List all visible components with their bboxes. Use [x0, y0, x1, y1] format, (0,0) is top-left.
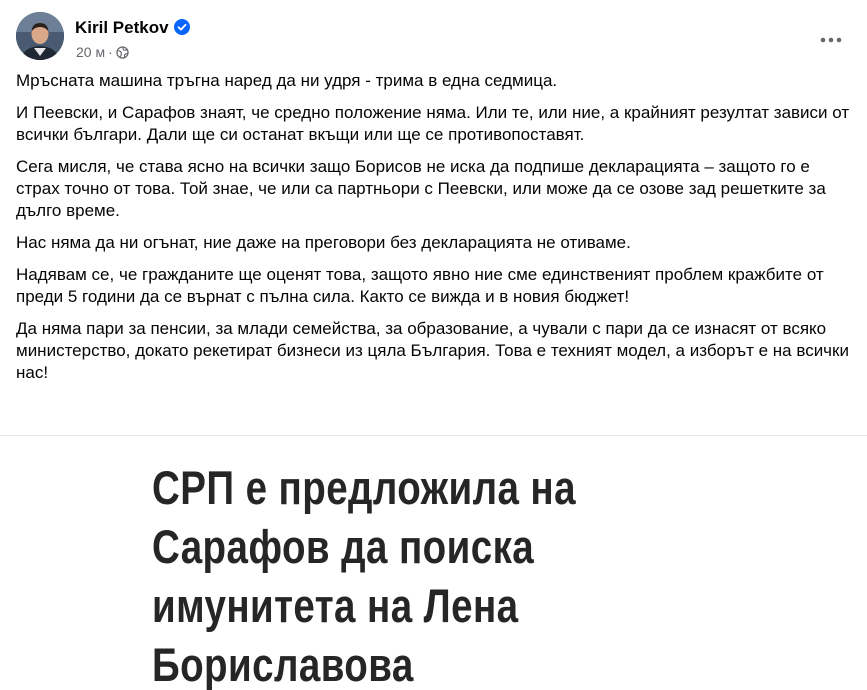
post-paragraph: Нас няма да ни огънат, ние даже на прего… [16, 233, 631, 252]
post-paragraph: Мръсната машина тръгна наред да ни удря … [16, 71, 558, 90]
author-name-text[interactable]: Kiril Petkov [75, 18, 169, 37]
post-paragraph: И Пеевски, и Сарафов знаят, че средно по… [16, 103, 850, 144]
verified-badge-icon [173, 19, 190, 40]
headline-line: СРП е предложила на [152, 461, 576, 514]
post-paragraph: Сега мисля, че става ясно на всички защо… [16, 157, 826, 220]
post-image[interactable]: СРП е предложила на Сарафов да поиска им… [0, 436, 867, 690]
post-timestamp[interactable]: 20 м [76, 44, 105, 60]
headline-line: имунитета на Лена [152, 579, 519, 632]
post-paragraph: Надявам се, че гражданите ще оценят това… [16, 265, 824, 306]
post-header: Kiril Petkov 20 м · [16, 12, 851, 62]
post-meta: 20 м · [76, 43, 129, 63]
globe-icon[interactable] [116, 45, 129, 63]
headline-line: Бориславова [152, 638, 414, 690]
facebook-post: Kiril Petkov 20 м · Мръсната машина тръгн… [0, 0, 867, 690]
image-headline: СРП е предложила на Сарафов да поиска им… [152, 458, 644, 690]
post-text: Мръсната машина тръгна наред да ни удря … [16, 70, 851, 394]
avatar-image [16, 12, 64, 60]
more-options-button[interactable] [813, 22, 849, 58]
headline-line: Сарафов да поиска [152, 520, 535, 573]
meta-separator: · [108, 44, 113, 60]
author-name[interactable]: Kiril Petkov [75, 18, 190, 40]
more-options-icon [820, 37, 842, 43]
avatar[interactable] [16, 12, 64, 60]
post-paragraph: Да няма пари за пенсии, за млади семейст… [16, 319, 849, 382]
